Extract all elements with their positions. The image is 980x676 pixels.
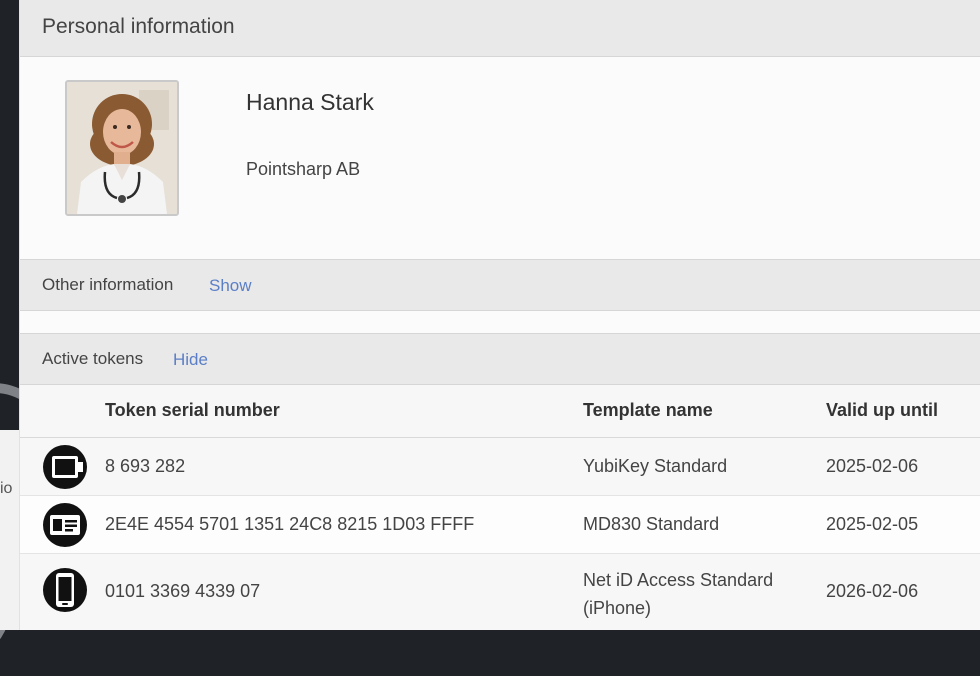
token-template: MD830 Standard <box>583 514 720 534</box>
active-tokens-label: Active tokens <box>42 349 144 368</box>
column-header-template[interactable]: Template name <box>583 400 713 421</box>
token-template: YubiKey Standard <box>583 456 728 476</box>
section-title: Personal information <box>42 15 235 38</box>
token-template-line1: Net iD Access Standard <box>583 570 774 590</box>
show-other-information-link[interactable]: Show <box>209 276 252 296</box>
usb-token-icon <box>43 445 87 489</box>
token-serial: 2E4E 4554 5701 1351 24C8 8215 1D03 FFFF <box>105 514 475 534</box>
active-tokens-table: Token serial number Template name Valid … <box>20 385 980 630</box>
user-organization: Pointsharp AB <box>246 159 361 179</box>
token-valid-until: 2025-02-06 <box>826 456 919 476</box>
table-header-row: Token serial number Template name Valid … <box>20 385 980 438</box>
column-header-serial[interactable]: Token serial number <box>105 400 280 421</box>
active-tokens-header: Active tokens Hide <box>20 333 980 385</box>
token-valid-until: 2026-02-06 <box>826 581 919 601</box>
token-serial: 8 693 282 <box>105 456 186 476</box>
other-information-label: Other information <box>42 275 174 294</box>
smart-card-icon <box>43 503 87 547</box>
mobile-phone-icon <box>43 568 87 612</box>
token-template: Net iD Access Standard (iPhone) <box>583 566 773 622</box>
background-partial-label: io <box>0 480 13 497</box>
token-serial: 0101 3369 4339 07 <box>105 581 261 601</box>
user-full-name: Hanna Stark <box>246 89 374 115</box>
personal-information-header: Personal information <box>20 0 980 57</box>
avatar <box>65 80 179 216</box>
table-row[interactable]: 2E4E 4554 5701 1351 24C8 8215 1D03 FFFF … <box>20 496 980 554</box>
token-valid-until: 2025-02-05 <box>826 514 919 534</box>
token-template-line2: (iPhone) <box>583 598 652 618</box>
column-header-valid-until[interactable]: Valid up until <box>826 400 938 421</box>
table-row[interactable]: 0101 3369 4339 07 Net iD Access Standard… <box>20 554 980 630</box>
hide-active-tokens-link[interactable]: Hide <box>173 350 208 370</box>
user-photo <box>67 82 177 214</box>
table-row[interactable]: 8 693 282 YubiKey Standard 2025-02-06 <box>20 438 980 496</box>
user-detail-panel: Personal information Hanna Stark Pointsh… <box>19 0 980 630</box>
other-information-header: Other information Show <box>20 259 980 311</box>
